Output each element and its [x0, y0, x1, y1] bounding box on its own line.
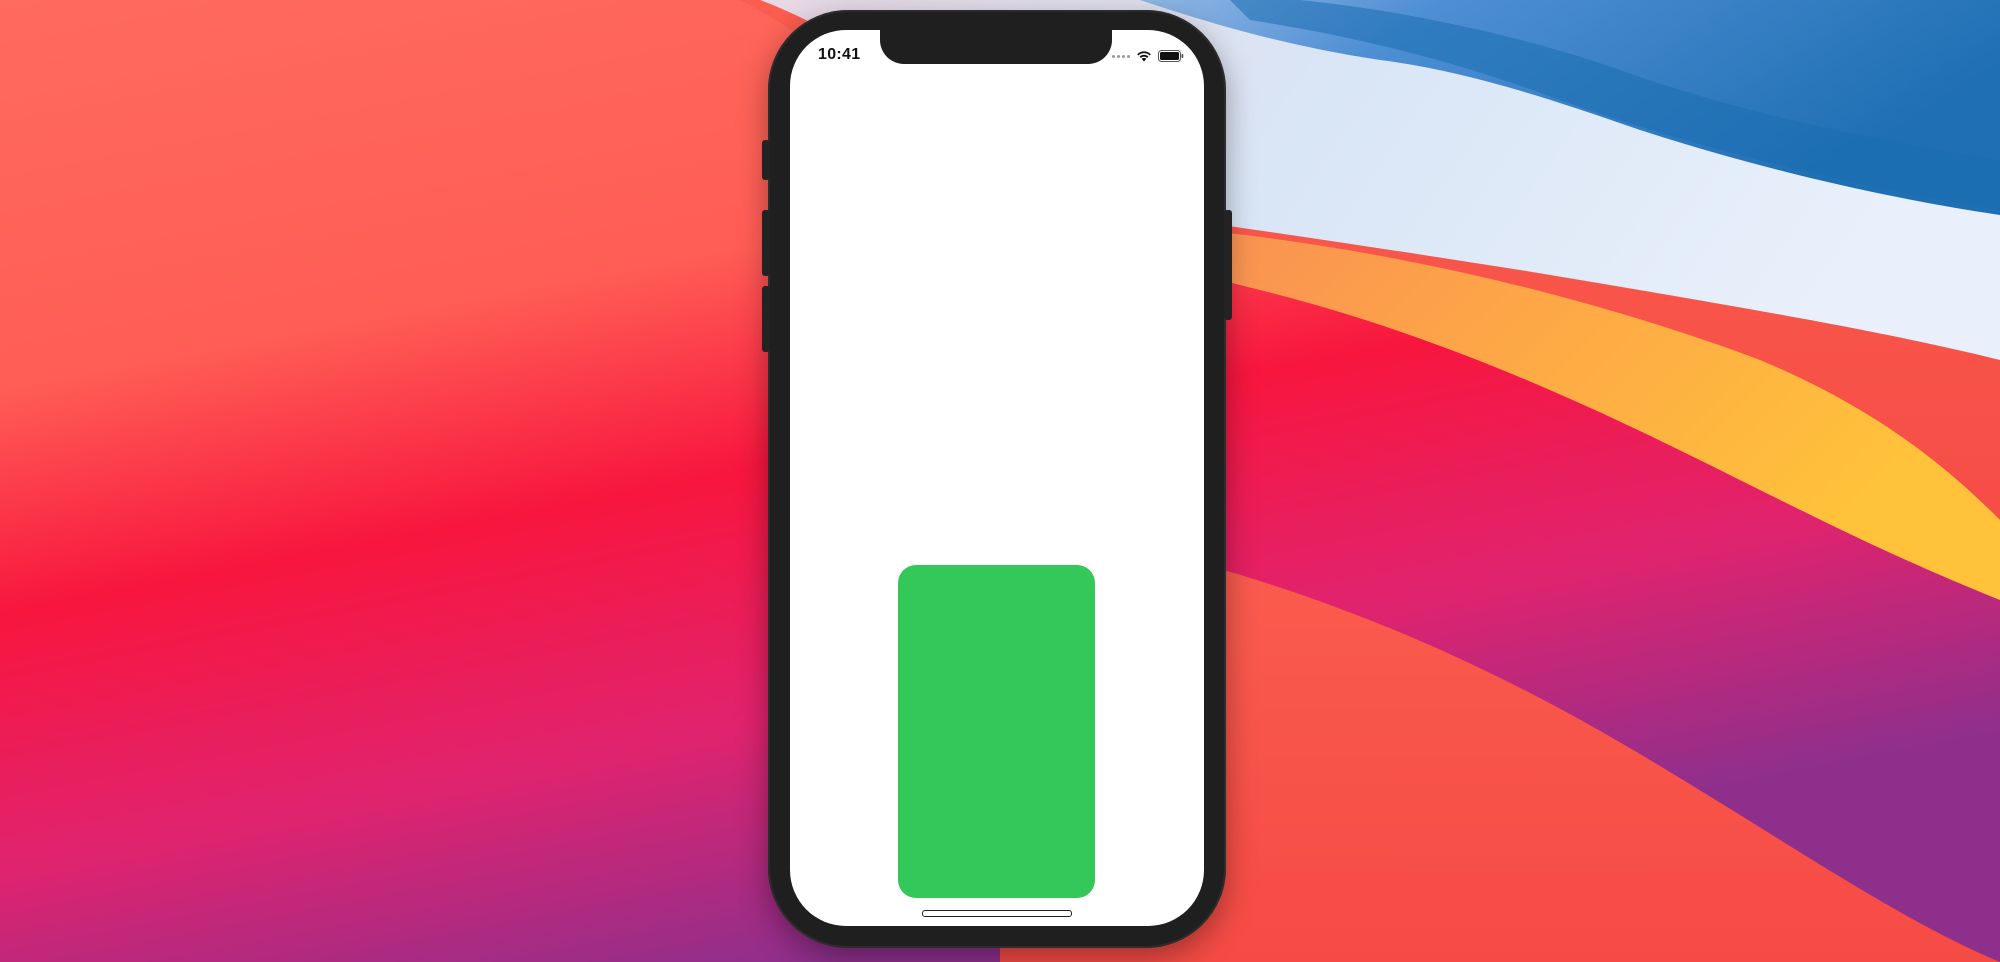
status-icons — [1112, 48, 1184, 64]
volume-down-button — [762, 286, 770, 352]
volume-up-button — [762, 210, 770, 276]
battery-icon — [1158, 50, 1184, 62]
wifi-icon — [1137, 51, 1151, 62]
cellular-signal-icon — [1112, 54, 1130, 58]
status-time: 10:41 — [818, 46, 861, 63]
power-button — [1224, 210, 1232, 320]
green-card[interactable] — [898, 565, 1095, 898]
notch — [880, 28, 1112, 64]
mute-switch — [762, 140, 770, 180]
home-indicator[interactable] — [922, 910, 1072, 917]
